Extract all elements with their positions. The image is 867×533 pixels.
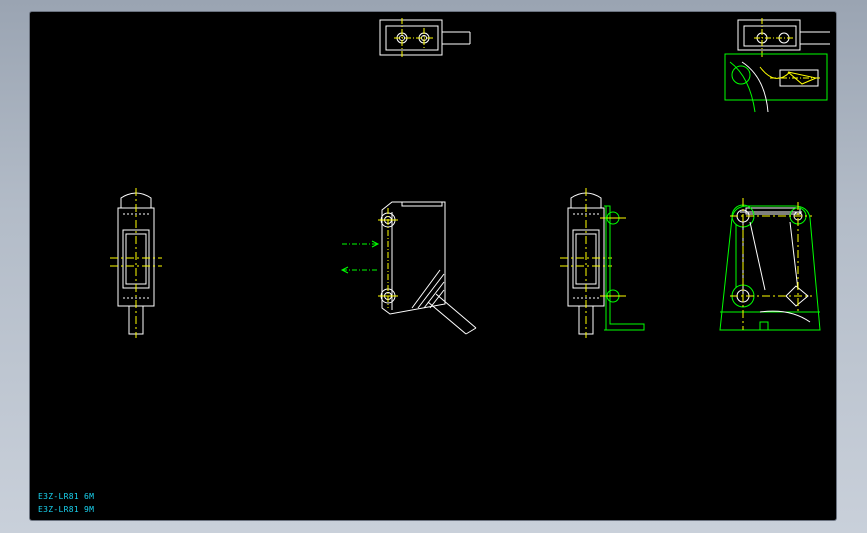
model-labels: E3Z-LR81 6M E3Z-LR81 9M xyxy=(38,490,94,516)
front-view-sensor-with-bracket xyxy=(560,188,645,338)
side-view-sensor xyxy=(340,201,477,335)
model-label-2: E3Z-LR81 9M xyxy=(38,505,95,514)
cad-drawing xyxy=(110,18,830,338)
top-view-sensor-with-bracket xyxy=(724,18,830,113)
model-label-1: E3Z-LR81 6M xyxy=(38,492,95,501)
front-view-sensor xyxy=(110,188,162,338)
cad-drawing-canvas[interactable]: E3Z-LR81 6M E3Z-LR81 9M xyxy=(30,12,836,520)
side-view-sensor-with-bracket xyxy=(719,198,821,331)
top-view-sensor xyxy=(379,18,471,58)
